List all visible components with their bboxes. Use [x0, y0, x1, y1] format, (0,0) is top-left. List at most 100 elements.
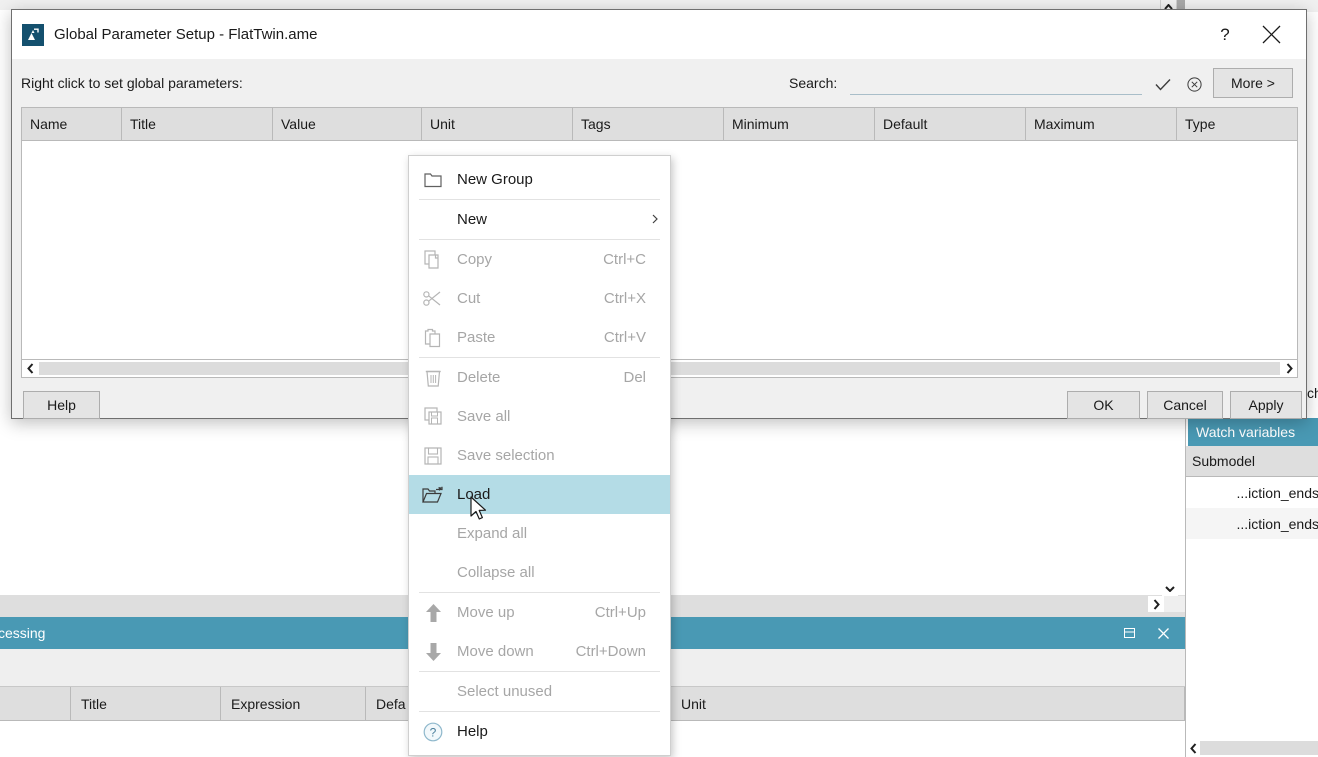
- menu-item-delete: Delete Del: [409, 358, 670, 397]
- menu-item-move-up: Move up Ctrl+Up: [409, 593, 670, 632]
- column-header-tags[interactable]: Tags: [573, 108, 724, 140]
- copy-icon: [409, 240, 457, 279]
- midpanel-scroll-corner: [1164, 596, 1185, 612]
- midpanel-scroll-down-arrow[interactable]: [1162, 582, 1178, 596]
- chevron-right-icon[interactable]: [1281, 361, 1297, 377]
- help-circle-icon: ?: [409, 712, 457, 751]
- menu-item-label: New: [457, 211, 488, 228]
- menu-item-save-selection: Save selection: [409, 436, 670, 475]
- menu-item-shortcut: Del: [623, 369, 646, 386]
- pp-column-header-unit[interactable]: Unit: [671, 686, 1185, 721]
- help-button[interactable]: Help: [23, 391, 100, 419]
- menu-item-no-icon: [409, 514, 457, 553]
- search-clear-icon[interactable]: [1182, 73, 1206, 95]
- menu-item-paste: Paste Ctrl+V: [409, 318, 670, 357]
- menu-item-new-group[interactable]: New Group: [409, 160, 670, 199]
- dialog-help-button[interactable]: ?: [1202, 11, 1248, 59]
- watch-variables-hscroll-thumb[interactable]: [1200, 741, 1318, 755]
- menu-item-shortcut: Ctrl+V: [603, 329, 646, 346]
- menu-item-label: Move up: [457, 604, 515, 621]
- menu-item-collapse-all: Collapse all: [409, 553, 670, 592]
- menu-item-label: Load: [457, 486, 491, 503]
- watch-variables-panel: Watch variables Submodel ...iction_ends.…: [1185, 418, 1318, 757]
- menu-item-new[interactable]: New: [409, 200, 670, 239]
- pp-column-header-expression[interactable]: Expression: [221, 686, 366, 721]
- menu-item-shortcut: Ctrl+X: [603, 290, 646, 307]
- menu-item-shortcut: Ctrl+Down: [575, 643, 646, 660]
- chevron-left-icon[interactable]: [22, 361, 38, 377]
- dialog-hint-text: Right click to set global parameters:: [21, 75, 243, 91]
- pp-column-header-title[interactable]: Title: [71, 686, 221, 721]
- pp-column-header-blank[interactable]: [0, 686, 71, 721]
- watch-variables-column-header-label: Submodel: [1192, 453, 1256, 469]
- watch-variables-hscrollbar[interactable]: [1186, 739, 1318, 757]
- menu-item-label: Expand all: [457, 525, 528, 542]
- column-header-name[interactable]: Name: [22, 108, 122, 140]
- midpanel-scroll-right-arrow[interactable]: [1148, 596, 1164, 612]
- menu-item-label: Delete: [457, 369, 501, 386]
- column-header-value[interactable]: Value: [273, 108, 422, 140]
- search-confirm-icon[interactable]: [1151, 73, 1175, 95]
- close-icon: [1262, 25, 1280, 44]
- menu-item-label: Save selection: [457, 447, 555, 464]
- chevron-down-icon: [1165, 586, 1175, 592]
- menu-item-no-icon: [409, 672, 457, 711]
- svg-text:?: ?: [430, 725, 437, 739]
- save-all-icon: [409, 397, 457, 436]
- parameter-table-header: Name Title Value Unit Tags Minimum Default Maxi…: [21, 107, 1298, 141]
- menu-item-label: New Group: [457, 171, 533, 188]
- close-icon[interactable]: [1155, 625, 1171, 641]
- menu-item-label: Save all: [457, 408, 511, 425]
- cancel-button[interactable]: Cancel: [1147, 391, 1223, 419]
- column-header-title[interactable]: Title: [122, 108, 273, 140]
- watch-variables-rows: ...iction_ends ...iction_ends: [1186, 477, 1318, 727]
- column-header-minimum[interactable]: Minimum: [724, 108, 875, 140]
- column-header-type[interactable]: Type: [1177, 108, 1297, 140]
- menu-item-label: Copy: [457, 251, 493, 268]
- watch-variables-column-header[interactable]: Submodel: [1186, 446, 1318, 477]
- tab-watch-variables-label: Watch variables: [1196, 424, 1296, 440]
- column-header-unit[interactable]: Unit: [422, 108, 573, 140]
- post-processing-title: cessing: [0, 625, 46, 641]
- menu-item-label: Help: [457, 723, 488, 740]
- menu-item-help[interactable]: ? Help: [409, 712, 670, 751]
- menu-item-no-icon: [409, 553, 457, 592]
- search-input[interactable]: [850, 73, 1142, 95]
- menu-item-copy: Copy Ctrl+C: [409, 240, 670, 279]
- menu-item-shortcut: Ctrl+Up: [594, 604, 646, 621]
- arrow-down-icon: [409, 632, 457, 671]
- menu-item-cut: Cut Ctrl+X: [409, 279, 670, 318]
- apply-button[interactable]: Apply: [1230, 391, 1302, 419]
- menu-item-no-icon: [409, 200, 457, 239]
- column-header-maximum[interactable]: Maximum: [1026, 108, 1177, 140]
- menu-item-label: Cut: [457, 290, 481, 307]
- dialog-title: Global Parameter Setup - FlatTwin.ame: [54, 26, 318, 43]
- menu-item-move-down: Move down Ctrl+Down: [409, 632, 670, 671]
- context-menu: New Group New Copy Ctrl+C Cut Ctrl+X Paste Ctrl…: [408, 155, 671, 756]
- tab-watch-variables[interactable]: Watch variables: [1188, 418, 1318, 446]
- menu-item-expand-all: Expand all: [409, 514, 670, 553]
- more-button[interactable]: More >: [1213, 68, 1293, 98]
- menu-item-label: Move down: [457, 643, 534, 660]
- dialog-close-button[interactable]: [1248, 11, 1294, 59]
- watch-variables-tabbar: Watch variables: [1186, 418, 1318, 446]
- arrow-up-icon: [409, 593, 457, 632]
- dialog-titlebar-buttons: ?: [1202, 11, 1306, 59]
- ok-button[interactable]: OK: [1067, 391, 1140, 419]
- menu-item-save-all: Save all: [409, 397, 670, 436]
- chevron-left-icon[interactable]: [1186, 739, 1200, 757]
- restore-window-icon[interactable]: [1121, 625, 1137, 641]
- column-header-default[interactable]: Default: [875, 108, 1026, 140]
- paste-icon: [409, 318, 457, 357]
- amesim-app-icon: [22, 23, 44, 46]
- chevron-right-icon: [652, 212, 670, 227]
- menu-item-load[interactable]: Load: [409, 475, 670, 514]
- dialog-titlebar[interactable]: Global Parameter Setup - FlatTwin.ame ?: [12, 10, 1306, 59]
- post-processing-window-buttons: [1121, 625, 1185, 641]
- watch-variable-label: ...iction_ends: [1236, 515, 1318, 532]
- floppy-disk-icon: [409, 436, 457, 475]
- new-folder-icon: [409, 160, 457, 199]
- watch-variable-row[interactable]: ...iction_ends: [1186, 508, 1318, 539]
- screen-root: ch cessing Title Expression Defa Unit Wa…: [0, 0, 1318, 757]
- watch-variable-row[interactable]: ...iction_ends: [1186, 477, 1318, 508]
